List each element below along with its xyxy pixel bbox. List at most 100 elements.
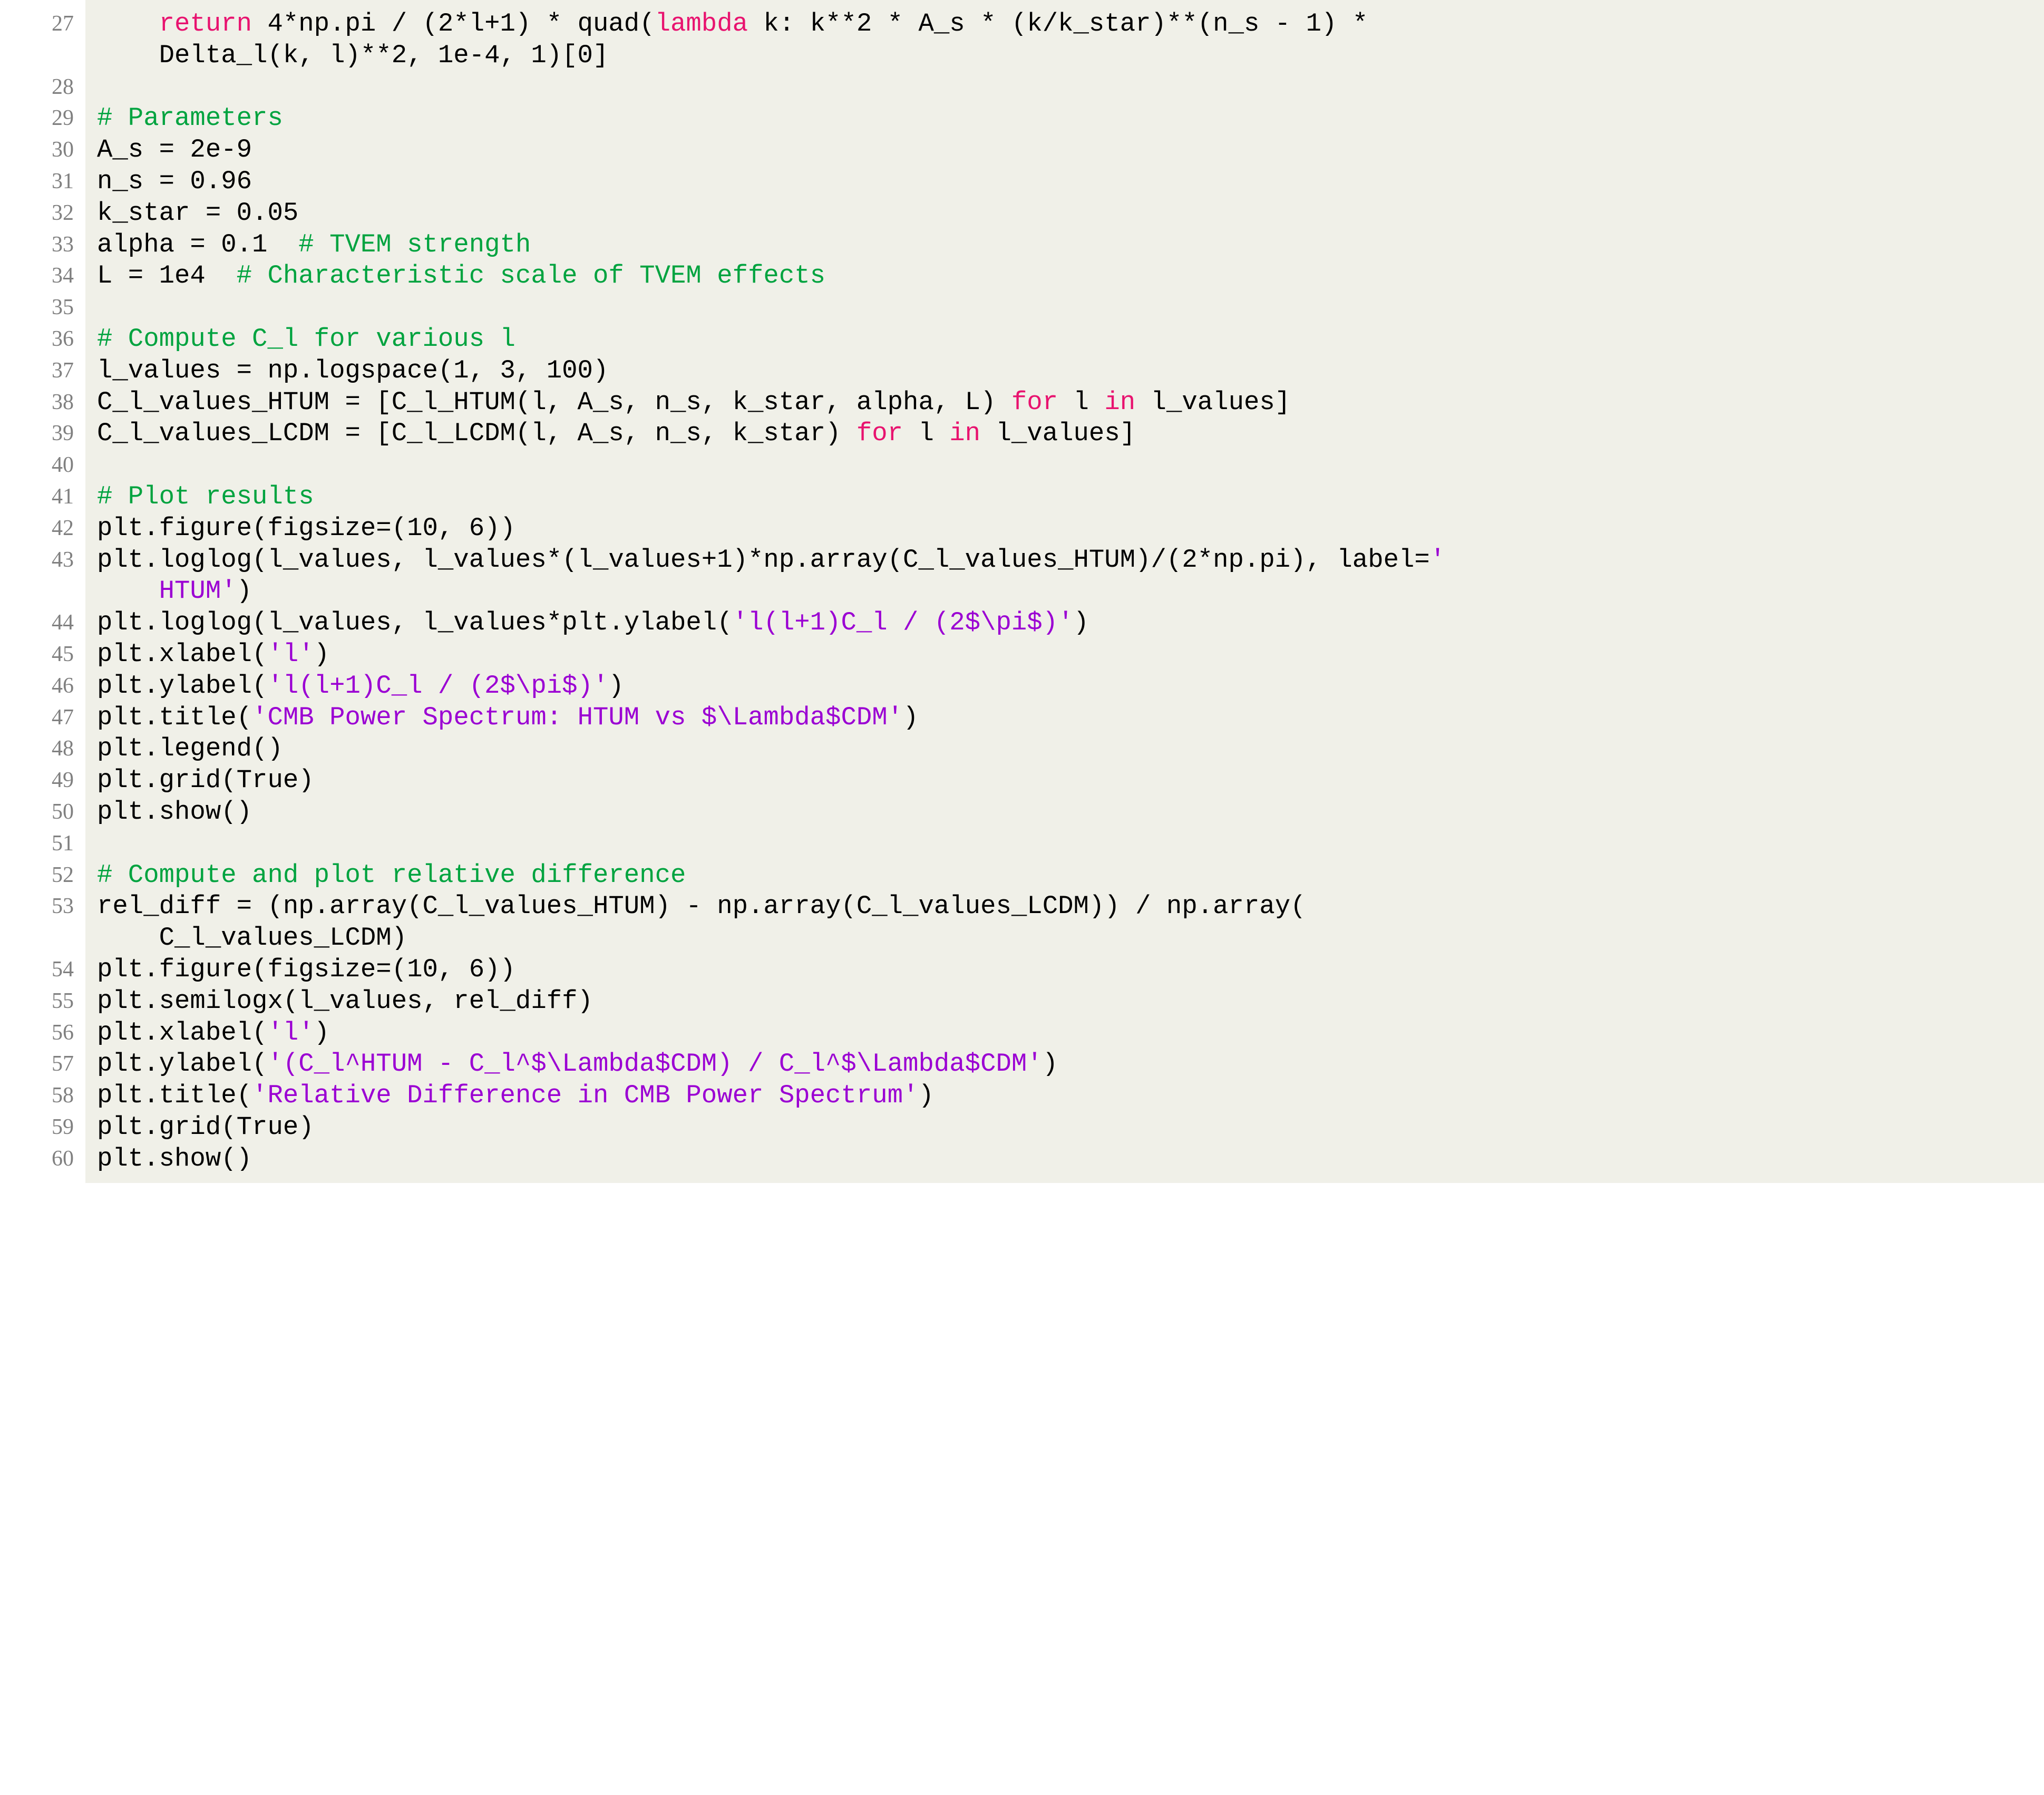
code-comment: # Plot results [97, 481, 314, 511]
line-number: 33 [0, 229, 85, 261]
code-line-content: plt.loglog(l_values, l_values*plt.ylabel… [85, 607, 2044, 639]
code-line-content: plt.figure(figsize=(10, 6)) [85, 954, 2044, 986]
code-line-content: # Parameters [85, 103, 2044, 135]
code-line-content: C_l_values_LCDM = [C_l_LCDM(l, A_s, n_s,… [85, 418, 2044, 450]
code-spacer [85, 1175, 2044, 1183]
line-number: 41 [0, 481, 85, 513]
line-number: 29 [0, 103, 85, 135]
code-line-content: k_star = 0.05 [85, 197, 2044, 229]
code-string: 'l(l+1)C_l / (2$\pi$)' [732, 608, 1074, 638]
code-line: 52 # Compute and plot relative difference [0, 859, 2044, 891]
code-listing: 27 return 4*np.pi / (2*l+1) * quad(lambd… [0, 0, 2044, 1795]
code-keyword: in [949, 419, 981, 449]
line-number: 58 [0, 1080, 85, 1112]
line-number: 44 [0, 607, 85, 639]
line-number: 43 [0, 544, 85, 608]
line-number: 38 [0, 386, 85, 419]
code-string: 'CMB Power Spectrum: HTUM vs $\Lambda$CD… [252, 702, 903, 732]
line-number: 48 [0, 733, 85, 765]
code-line-content: plt.legend() [85, 733, 2044, 765]
code-string: HTUM' [159, 576, 237, 606]
code-string: 'Relative Difference in CMB Power Spectr… [252, 1081, 919, 1111]
code-listing-table: 27 return 4*np.pi / (2*l+1) * quad(lambd… [0, 0, 2044, 1183]
code-text: plt.figure(figsize=(10, 6)) [97, 513, 515, 543]
line-number: 35 [0, 292, 85, 324]
code-line: 27 return 4*np.pi / (2*l+1) * quad(lambd… [0, 8, 2044, 72]
code-text: ) [918, 1081, 934, 1111]
code-line: 59 plt.grid(True) [0, 1111, 2044, 1143]
code-line-content [85, 71, 2044, 103]
code-text: plt.show() [97, 1143, 252, 1173]
code-text: plt.ylabel( [97, 671, 268, 701]
code-line-content: # Compute and plot relative difference [85, 859, 2044, 891]
code-line-content: n_s = 0.96 [85, 166, 2044, 198]
code-text: plt.title( [97, 702, 252, 732]
line-number: 45 [0, 638, 85, 671]
line-number: 52 [0, 859, 85, 891]
code-text: ) [608, 671, 624, 701]
code-line-content [85, 292, 2044, 324]
code-text: ) [314, 639, 330, 669]
line-number: 40 [0, 450, 85, 481]
code-line-content: plt.show() [85, 1143, 2044, 1175]
line-number: 49 [0, 765, 85, 797]
line-number: 50 [0, 796, 85, 828]
code-string: 'l' [267, 639, 314, 669]
code-keyword: for [1011, 387, 1058, 417]
line-number: 32 [0, 197, 85, 229]
code-line: 51 [0, 828, 2044, 860]
code-line-content [85, 450, 2044, 481]
code-line: 41 # Plot results [0, 481, 2044, 513]
line-number: 53 [0, 891, 85, 954]
code-line: 56 plt.xlabel('l') [0, 1017, 2044, 1049]
code-string: 'l(l+1)C_l / (2$\pi$)' [267, 671, 609, 701]
code-keyword: in [1104, 387, 1136, 417]
code-line-content: plt.figure(figsize=(10, 6)) [85, 512, 2044, 545]
code-line-content: plt.grid(True) [85, 765, 2044, 797]
code-line-content: plt.ylabel('(C_l^HTUM - C_l^$\Lambda$CDM… [85, 1049, 2044, 1081]
code-line-content: return 4*np.pi / (2*l+1) * quad(lambda k… [85, 8, 2044, 72]
line-number: 39 [0, 418, 85, 450]
code-line: 42 plt.figure(figsize=(10, 6)) [0, 512, 2044, 545]
code-line-content: C_l_values_HTUM = [C_l_HTUM(l, A_s, n_s,… [85, 386, 2044, 419]
code-text: C_l_values_HTUM = [C_l_HTUM(l, A_s, n_s,… [97, 387, 1011, 417]
code-line: 57 plt.ylabel('(C_l^HTUM - C_l^$\Lambda$C… [0, 1049, 2044, 1081]
code-text: Delta_l(k, l)**2, 1e-4, 1)[0] [97, 40, 609, 70]
code-line: 32 k_star = 0.05 [0, 197, 2044, 229]
code-line: 49 plt.grid(True) [0, 765, 2044, 797]
code-text: l [903, 419, 950, 449]
line-number: 56 [0, 1017, 85, 1049]
line-number: 47 [0, 702, 85, 734]
code-line: 58 plt.title('Relative Difference in CMB … [0, 1080, 2044, 1112]
code-line: 50 plt.show() [0, 796, 2044, 828]
code-line: 44 plt.loglog(l_values, l_values*plt.ylab… [0, 607, 2044, 639]
code-line-content [85, 828, 2044, 860]
code-line-content: plt.xlabel('l') [85, 1017, 2044, 1049]
code-line-content: # Plot results [85, 481, 2044, 513]
code-line-content: plt.title('Relative Difference in CMB Po… [85, 1080, 2044, 1112]
code-text: plt.ylabel( [97, 1049, 268, 1079]
code-text: ) [903, 702, 919, 732]
code-line-content: rel_diff = (np.array(C_l_values_HTUM) - … [85, 891, 2044, 954]
code-line: 40 [0, 450, 2044, 481]
code-text: n_s = 0.96 [97, 166, 252, 196]
code-line: 46 plt.ylabel('l(l+1)C_l / (2$\pi$)') [0, 670, 2044, 702]
code-text: l_values = np.logspace(1, 3, 100) [97, 355, 609, 385]
gutter-spacer [0, 1175, 85, 1183]
code-text: ) [314, 1017, 330, 1047]
code-text: plt.grid(True) [97, 1112, 314, 1142]
code-string: 'l' [267, 1017, 314, 1047]
code-line: 60 plt.show() [0, 1143, 2044, 1175]
code-line: 33 alpha = 0.1 # TVEM strength [0, 229, 2044, 261]
line-number: 59 [0, 1111, 85, 1143]
code-keyword: for [856, 419, 903, 449]
code-padding-row [0, 0, 2044, 8]
code-text: C_l_values_LCDM) [97, 923, 407, 953]
code-line-content: L = 1e4 # Characteristic scale of TVEM e… [85, 260, 2044, 293]
code-line-content: plt.ylabel('l(l+1)C_l / (2$\pi$)') [85, 670, 2044, 702]
code-string: ' [1429, 545, 1446, 575]
line-number: 28 [0, 71, 85, 103]
line-number: 55 [0, 985, 85, 1017]
code-line: 55 plt.semilogx(l_values, rel_diff) [0, 985, 2044, 1017]
code-text: plt.xlabel( [97, 639, 268, 669]
